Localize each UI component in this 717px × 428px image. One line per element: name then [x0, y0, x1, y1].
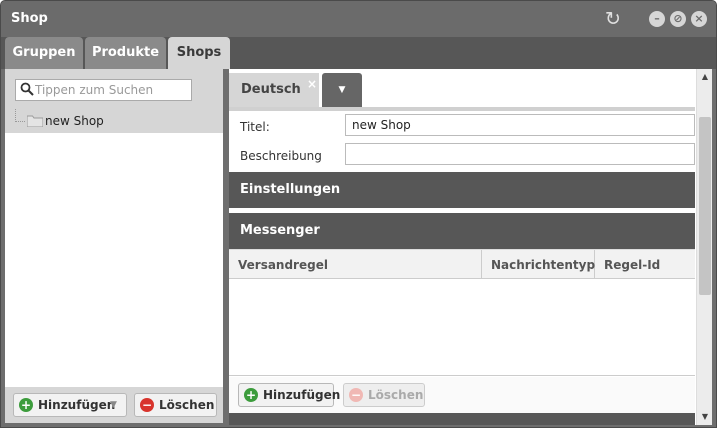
messenger-section-header[interactable]: Messenger [229, 213, 695, 249]
scroll-down-icon[interactable]: ▼ [697, 409, 713, 425]
messenger-grid-body [229, 279, 695, 376]
add-rule-label: Hinzufügen [263, 388, 341, 402]
language-tab-strip: Deutsch × ▼ [229, 71, 695, 111]
tree-item-new-shop[interactable]: new Shop [5, 109, 223, 133]
search-area [5, 69, 223, 109]
description-field[interactable] [345, 143, 695, 165]
title-field[interactable] [345, 114, 695, 136]
minimize-icon[interactable]: – [649, 11, 665, 27]
tree-item-label: new Shop [45, 114, 104, 128]
shop-window: Shop ↻ – ⊘ × Gruppen Produkte Shops new … [0, 0, 717, 428]
tab-gruppen[interactable]: Gruppen [5, 37, 83, 69]
delete-shop-label: Löschen [159, 398, 215, 412]
messenger-grid-header: Versandregel Nachrichtentyp Regel-Id [229, 249, 695, 280]
left-button-bar: + Hinzufügen ▼ − Löschen [5, 387, 223, 423]
tab-deutsch[interactable]: Deutsch × [229, 73, 319, 107]
column-header-nachrichtentyp[interactable]: Nachrichtentyp [482, 250, 595, 280]
tab-produkte[interactable]: Produkte [85, 37, 166, 69]
column-header-versandregel[interactable]: Versandregel [229, 250, 482, 280]
delete-shop-button[interactable]: − Löschen [134, 393, 217, 417]
caret-down-icon: ▼ [338, 85, 346, 95]
add-icon: + [19, 398, 33, 412]
language-dropdown-button[interactable]: ▼ [322, 73, 362, 107]
chevron-down-icon[interactable]: ▼ [110, 394, 117, 416]
add-rule-button[interactable]: + Hinzufügen [238, 383, 340, 407]
folder-icon [27, 115, 43, 127]
add-shop-label: Hinzufügen [38, 398, 116, 412]
title-bar: Shop ↻ – ⊘ × [1, 1, 716, 37]
bottom-divider [229, 413, 695, 425]
search-input[interactable] [35, 82, 185, 98]
tab-shops[interactable]: Shops [168, 37, 230, 69]
title-label: Titel: [240, 120, 270, 134]
scroll-thumb[interactable] [699, 117, 711, 295]
add-shop-button[interactable]: + Hinzufügen ▼ [13, 393, 127, 417]
search-icon [20, 82, 34, 96]
close-icon[interactable]: × [691, 11, 707, 27]
close-icon[interactable]: × [307, 78, 317, 90]
settings-section-header[interactable]: Einstellungen [229, 172, 695, 208]
search-box[interactable] [15, 79, 192, 101]
maximize-icon[interactable]: ⊘ [670, 11, 686, 27]
language-tab-label: Deutsch [241, 82, 301, 97]
add-icon: + [244, 388, 258, 402]
delete-rule-label: Löschen [368, 388, 424, 402]
delete-rule-button[interactable]: − Löschen [343, 383, 425, 407]
column-header-regel-id[interactable]: Regel-Id [595, 250, 695, 280]
vertical-scrollbar[interactable]: ▲ ▼ [696, 69, 712, 425]
tab-strip-divider [229, 107, 695, 111]
scroll-up-icon[interactable]: ▲ [697, 69, 713, 85]
shop-tree-panel: new Shop [5, 69, 223, 423]
refresh-icon[interactable]: ↻ [603, 9, 623, 29]
delete-icon: − [140, 398, 154, 412]
delete-icon: − [349, 388, 363, 402]
description-label: Beschreibung [240, 149, 322, 163]
shop-detail-panel: Deutsch × ▼ Titel: Beschreibung Einstell… [229, 69, 712, 425]
grid-button-bar: + Hinzufügen − Löschen [229, 377, 695, 413]
main-tab-bar: Gruppen Produkte Shops [1, 37, 716, 69]
tree-connector [15, 109, 25, 122]
window-title: Shop [11, 11, 48, 26]
